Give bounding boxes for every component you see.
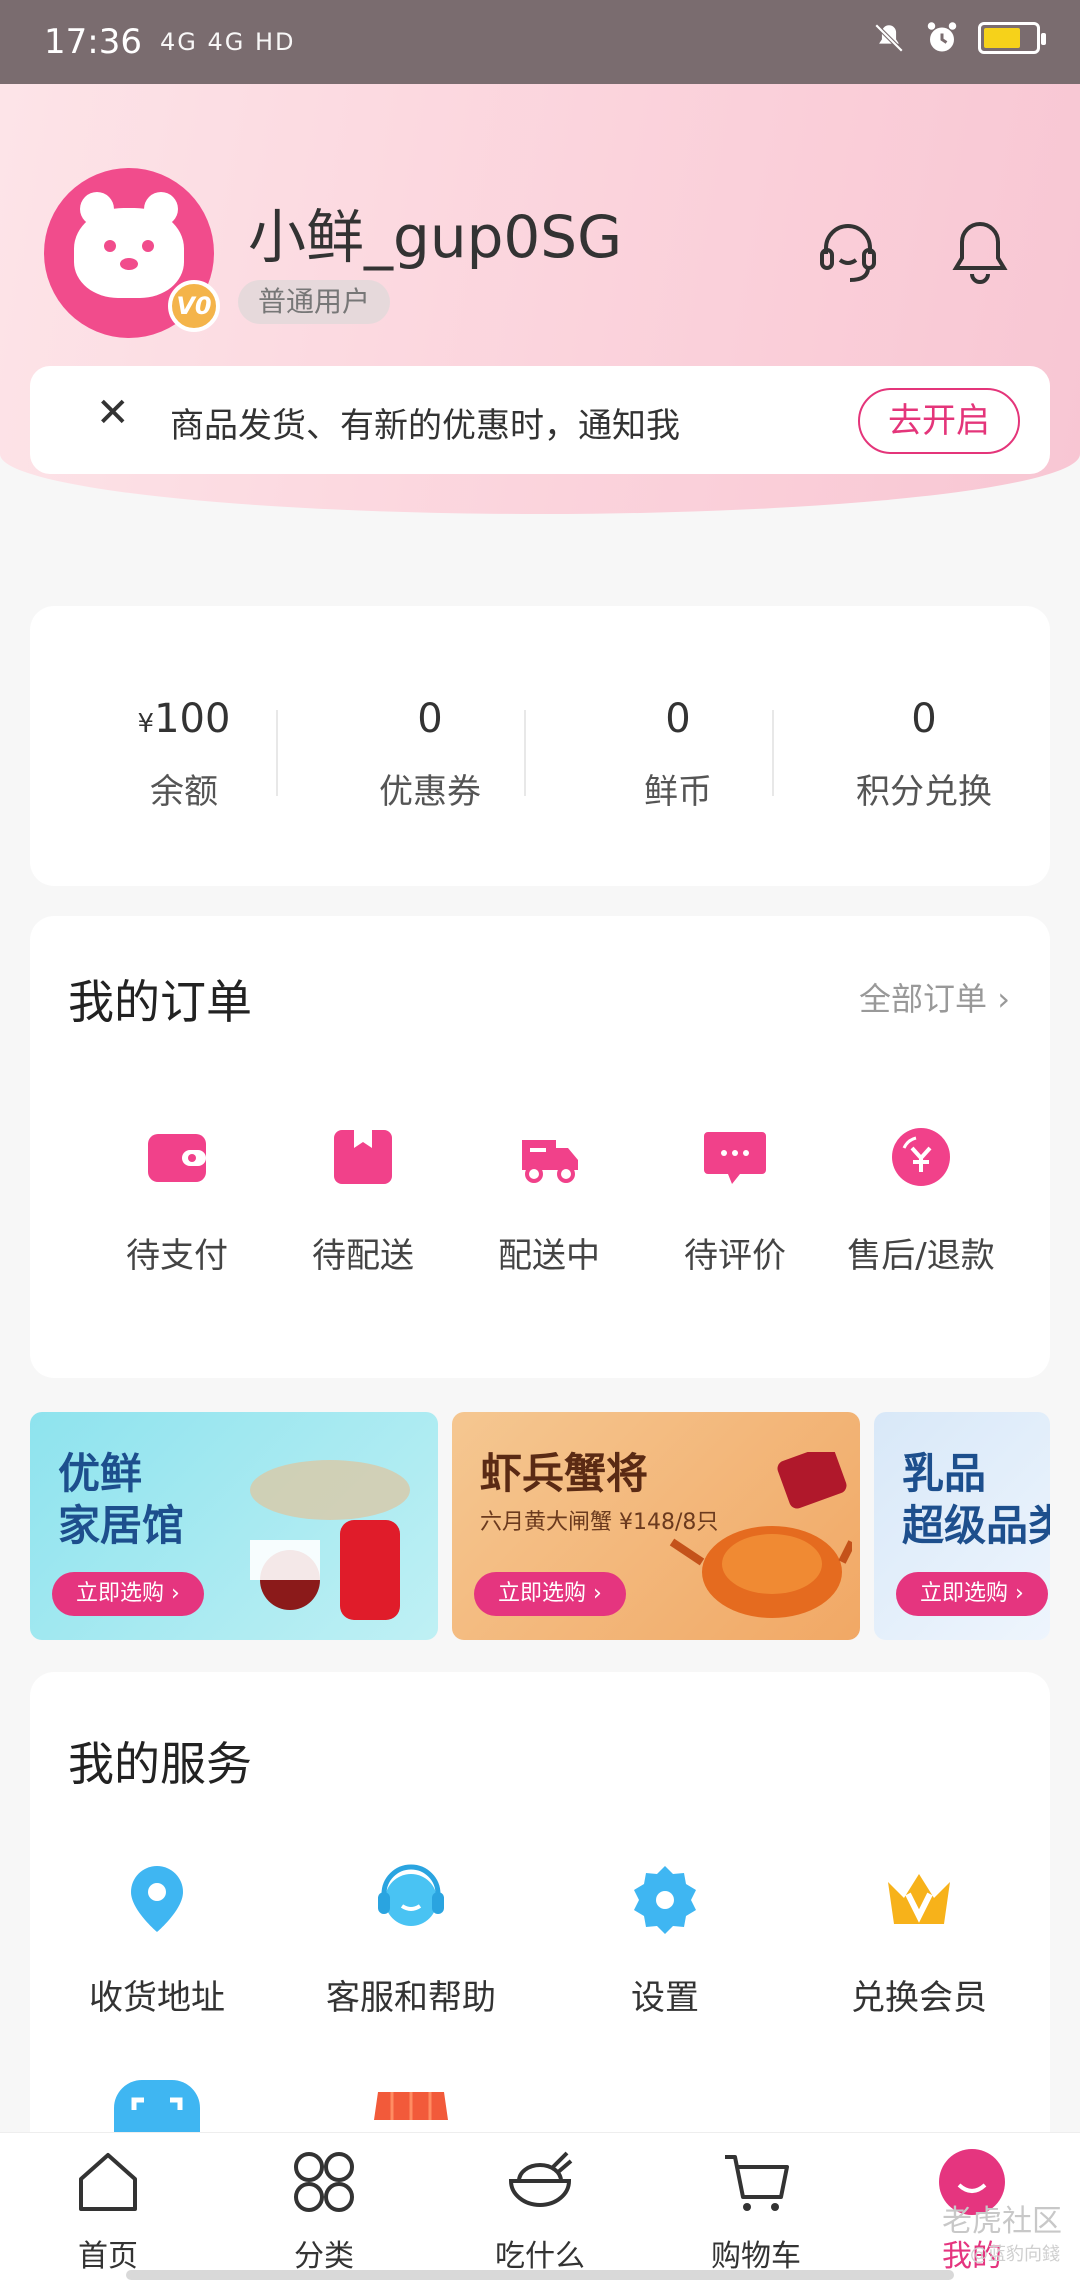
points-stat[interactable]: 0 积分兑换	[800, 696, 1048, 813]
stat-label: 余额	[150, 772, 218, 812]
nav-label: 首页	[78, 2239, 138, 2274]
watermark: 老虎社区	[942, 2204, 1062, 2239]
box-icon	[334, 1130, 392, 1184]
banner-crab[interactable]: 虾兵蟹将 六月黄大闸蟹 ¥148/8只 立即选购 ›	[452, 1412, 860, 1640]
orders-title: 我的订单	[68, 975, 252, 1029]
crab-image	[669, 1452, 852, 1618]
status-icons	[872, 20, 1046, 56]
order-refund[interactable]: 售后/退款	[828, 1126, 1014, 1277]
coin-stat[interactable]: 0 鲜币	[554, 696, 802, 813]
banner-title: 虾兵蟹将	[480, 1449, 649, 1498]
home-indicator	[126, 2270, 954, 2280]
service-label: 收货地址	[89, 1978, 225, 2018]
banner-title: 优鲜	[58, 1449, 143, 1498]
household-products-image	[250, 1460, 410, 1620]
status-time: 17:36	[44, 22, 142, 62]
nav-label: 分类	[294, 2239, 354, 2274]
user-level-tag: 普通用户	[238, 280, 391, 324]
banner-title: 乳品	[902, 1449, 987, 1498]
location-icon	[131, 1866, 183, 1932]
grid-icon	[294, 2152, 354, 2212]
shop-now-button[interactable]: 立即选购 ›	[896, 1572, 1048, 1616]
banner-dairy[interactable]: 乳品 超级品类 立即选购 ›	[874, 1412, 1050, 1640]
nav-cart[interactable]: 购物车	[648, 2147, 864, 2275]
level-badge: V0	[168, 280, 220, 332]
order-pending-review[interactable]: 待评价	[642, 1126, 828, 1277]
notification-text: 商品发货、有新的优惠时，通知我	[170, 406, 680, 446]
alarm-icon	[927, 22, 957, 52]
watermark-sub: @蓝豹向錢	[970, 2244, 1060, 2265]
nav-what-to-eat[interactable]: 吃什么	[432, 2147, 648, 2275]
bottom-nav: 首页 分类 吃什么 购物车 我的	[0, 2132, 1080, 2280]
divider	[276, 710, 278, 796]
username[interactable]: 小鲜_gup0SG	[248, 190, 622, 274]
nav-category[interactable]: 分类	[216, 2147, 432, 2275]
customer-service-icon[interactable]	[816, 218, 880, 286]
divider	[524, 710, 526, 796]
order-pending-payment[interactable]: 待支付	[84, 1126, 270, 1277]
service-label: 兑换会员	[851, 1978, 987, 2018]
order-delivering[interactable]: 配送中	[456, 1126, 642, 1277]
mute-icon	[874, 23, 904, 53]
stat-value: 100	[154, 696, 231, 742]
divider	[772, 710, 774, 796]
scan-icon[interactable]	[114, 2080, 200, 2140]
cart-icon	[725, 2155, 789, 2211]
stat-value: 0	[665, 696, 691, 742]
nav-home[interactable]: 首页	[0, 2147, 216, 2275]
bowl-icon	[508, 2151, 573, 2207]
service-label: 客服和帮助	[326, 1978, 496, 2018]
network-indicator: 4G 4G HD	[160, 28, 296, 56]
currency-symbol: ¥	[137, 709, 155, 739]
stat-value: 0	[911, 696, 937, 742]
service-label: 设置	[631, 1978, 699, 2018]
notification-bar: ✕ 商品发货、有新的优惠时，通知我 去开启	[30, 366, 1050, 474]
bell-icon[interactable]	[948, 218, 1012, 286]
stat-label: 鲜币	[644, 772, 712, 812]
bear-avatar-icon	[74, 192, 184, 298]
battery-icon	[978, 22, 1046, 54]
banner-home-living[interactable]: 优鲜 家居馆 立即选购 ›	[30, 1412, 438, 1640]
order-label: 待支付	[126, 1236, 228, 1276]
comment-icon	[704, 1132, 766, 1184]
order-label: 待评价	[684, 1236, 786, 1276]
account-stats-card: ¥100 余额 0 优惠券 0 鲜币 0 积分兑换	[30, 606, 1050, 886]
service-support[interactable]: 客服和帮助	[284, 1862, 538, 2019]
settings-icon	[634, 1866, 696, 1934]
home-icon	[79, 2153, 137, 2211]
support-icon	[378, 1864, 444, 1926]
all-orders-label: 全部订单	[859, 980, 988, 1018]
wallet-icon	[148, 1134, 206, 1182]
order-label: 待配送	[312, 1236, 414, 1276]
refund-icon	[892, 1128, 950, 1186]
chevron-right-icon: ›	[997, 980, 1010, 1018]
balance-stat[interactable]: ¥100 余额	[60, 696, 308, 813]
coupon-stat[interactable]: 0 优惠券	[306, 696, 554, 813]
stat-value: 0	[417, 696, 443, 742]
service-settings[interactable]: 设置	[538, 1862, 792, 2019]
order-label: 配送中	[498, 1236, 600, 1276]
order-pending-delivery[interactable]: 待配送	[270, 1126, 456, 1277]
orders-card: 我的订单 全部订单 › 待支付 待配送 配送中 待评价 售后/退款	[30, 916, 1050, 1378]
crown-icon	[888, 1874, 950, 1924]
shop-now-button[interactable]: 立即选购 ›	[52, 1572, 204, 1616]
nav-label: 购物车	[711, 2239, 801, 2274]
order-label: 售后/退款	[847, 1236, 995, 1276]
nav-label: 吃什么	[495, 2239, 585, 2274]
truck-icon	[522, 1140, 578, 1183]
shop-now-button[interactable]: 立即选购 ›	[474, 1572, 626, 1616]
services-title: 我的服务	[68, 1737, 252, 1791]
all-orders-link[interactable]: 全部订单 ›	[859, 974, 1010, 1020]
stat-label: 积分兑换	[856, 772, 992, 812]
close-icon[interactable]: ✕	[96, 390, 130, 436]
service-membership[interactable]: 兑换会员	[792, 1862, 1046, 2019]
status-bar: 17:36 4G 4G HD	[0, 0, 1080, 84]
banner-title: 超级品类	[902, 1501, 1050, 1550]
service-address[interactable]: 收货地址	[30, 1862, 284, 2019]
enable-notification-button[interactable]: 去开启	[858, 388, 1020, 454]
banner-title: 家居馆	[58, 1501, 185, 1550]
stat-label: 优惠券	[379, 772, 481, 812]
